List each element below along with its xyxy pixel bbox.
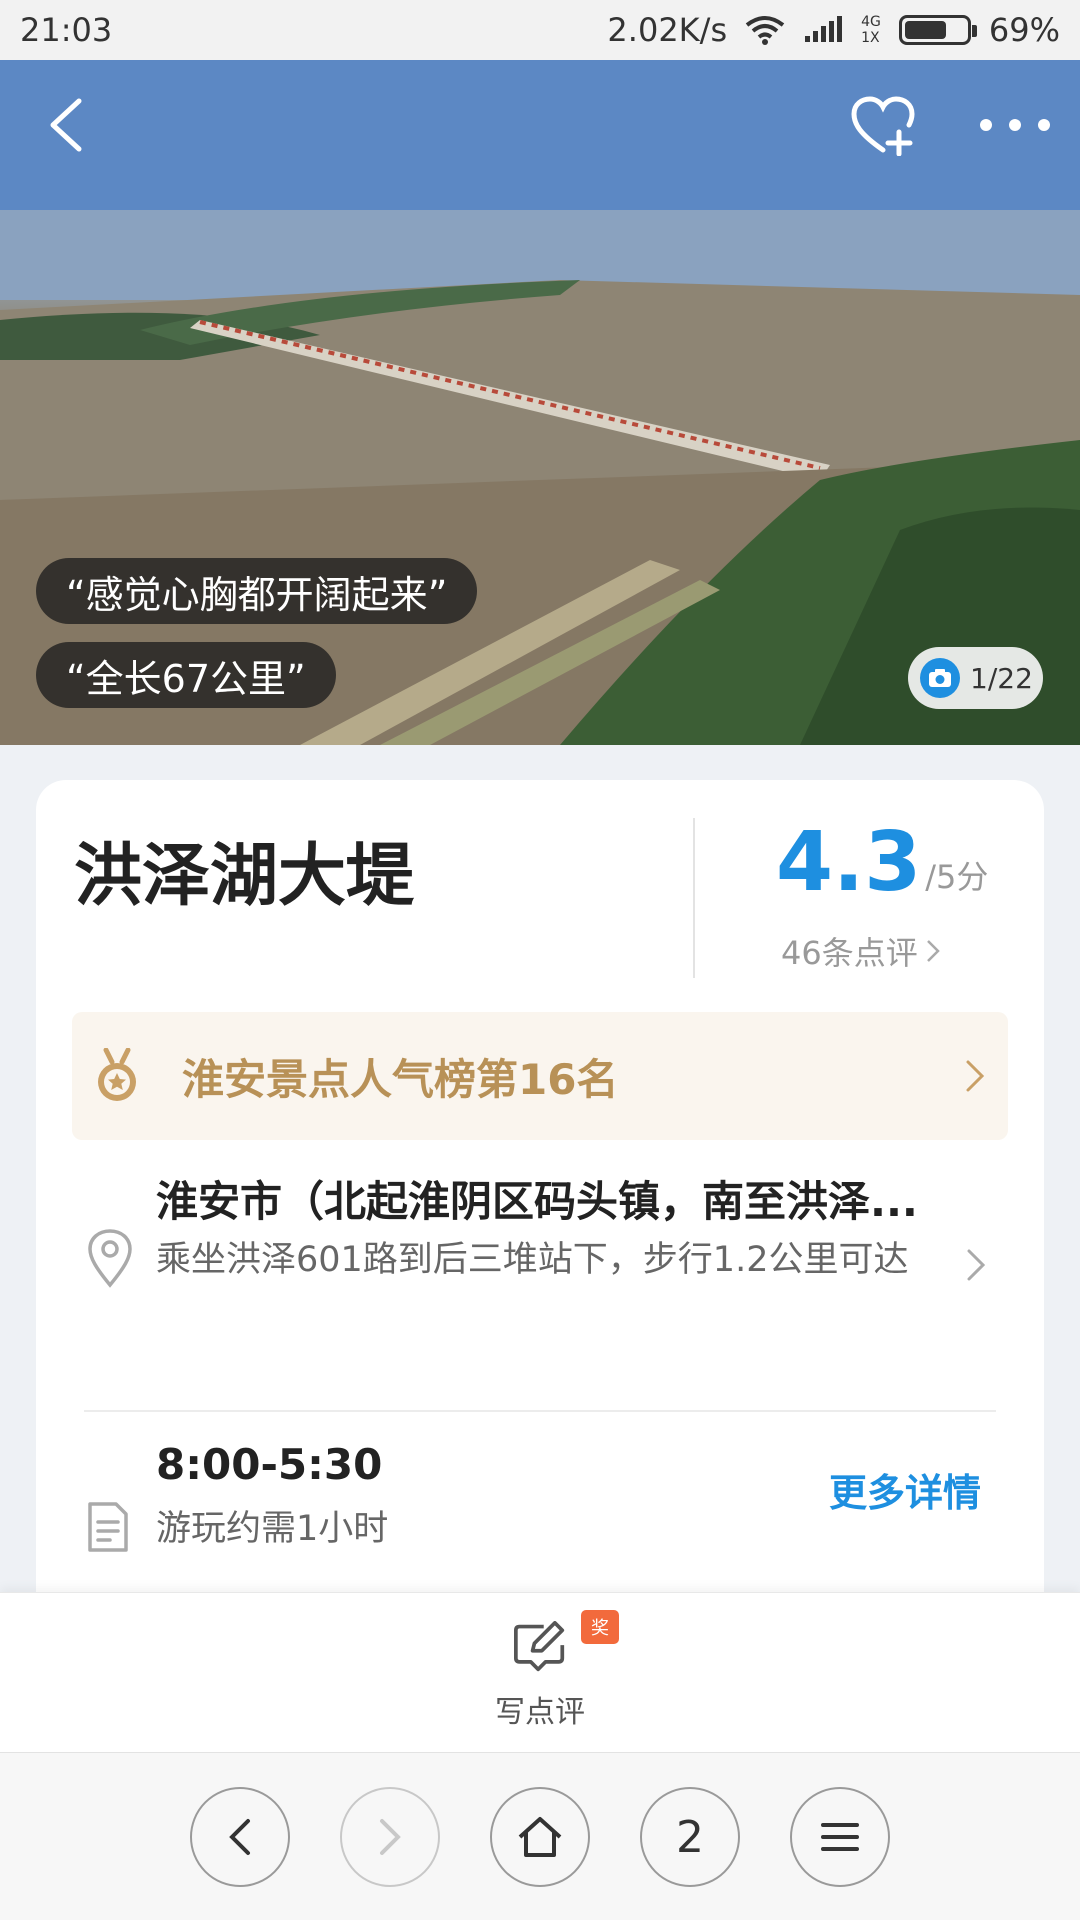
opening-hours: 8:00-5:30 — [156, 1440, 383, 1489]
camera-icon — [920, 658, 960, 698]
chevron-right-icon — [926, 940, 940, 962]
photo-counter-text: 1/22 — [970, 661, 1033, 695]
edit-icon — [513, 1621, 565, 1672]
chevron-left-icon — [229, 1819, 250, 1855]
home-icon — [518, 1817, 562, 1857]
wifi-icon — [745, 16, 785, 45]
more-options-button[interactable] — [970, 100, 1060, 150]
photo-counter-badge[interactable]: 1/22 — [908, 647, 1043, 709]
heart-plus-icon — [850, 95, 915, 156]
divider — [693, 818, 695, 978]
battery-icon — [898, 15, 977, 45]
location-pin-icon — [88, 1229, 132, 1288]
chevron-left-icon — [50, 98, 82, 152]
medal-icon — [98, 1048, 136, 1101]
ranking-banner[interactable]: 淮安景点人气榜第16名 — [72, 1012, 1008, 1140]
nav-home-button[interactable] — [490, 1787, 590, 1887]
chevron-right-icon — [966, 1060, 985, 1092]
favorite-button[interactable] — [845, 88, 920, 163]
reward-badge: 奖 — [581, 1610, 619, 1644]
review-quote-tag[interactable]: “感觉心胸都开阔起来” — [36, 558, 478, 624]
status-bar: 21:03 2.02K/s 4G 1X 69% — [0, 0, 1080, 60]
rating-score: 4.3 — [776, 815, 922, 910]
transport-text: 乘坐洪泽601路到后三堆站下，步行1.2公里可达 — [156, 1240, 909, 1280]
browser-nav-bar: 2 — [0, 1752, 1080, 1920]
write-review-bar: 写点评 奖 — [0, 1592, 1080, 1752]
net-speed: 2.02K/s — [607, 11, 728, 49]
back-button[interactable] — [30, 90, 100, 160]
chevron-right-icon — [380, 1819, 401, 1855]
tab-count: 2 — [676, 1811, 704, 1863]
nav-menu-button[interactable] — [790, 1787, 890, 1887]
nav-tabs-button[interactable]: 2 — [640, 1787, 740, 1887]
document-icon — [88, 1502, 128, 1552]
more-dots-icon — [980, 119, 1050, 131]
rating-max: /5分 — [925, 858, 989, 896]
nav-back-button[interactable] — [190, 1787, 290, 1887]
hero-photo[interactable]: “感觉心胸都开阔起来” “全长67公里” 1/22 — [0, 60, 1080, 745]
more-details-link[interactable]: 更多详情 — [829, 1462, 981, 1517]
write-review-button[interactable]: 写点评 — [485, 1621, 595, 1731]
battery-percent: 69% — [988, 11, 1060, 49]
review-quote-tag[interactable]: “全长67公里” — [36, 642, 336, 708]
divider — [84, 1410, 996, 1412]
clock: 21:03 — [20, 11, 113, 49]
nav-forward-button[interactable] — [340, 1787, 440, 1887]
page-title: 洪泽湖大堤 — [74, 837, 415, 916]
status-indicators: 2.02K/s 4G 1X 69% — [607, 11, 1060, 49]
rating: 4.3 /5分 — [776, 818, 988, 908]
review-count-link[interactable]: 46条点评 — [781, 928, 940, 974]
ranking-text: 淮安景点人气榜第16名 — [182, 1054, 619, 1104]
address-text: 淮安市（北起淮阴区码头镇，南至洪泽... — [156, 1177, 918, 1226]
write-review-label: 写点评 — [495, 1695, 585, 1730]
menu-icon — [821, 1823, 859, 1851]
review-count: 46条点评 — [781, 934, 918, 972]
visit-duration: 游玩约需1小时 — [156, 1509, 389, 1549]
chevron-right-icon — [967, 1249, 986, 1281]
poi-info-card: 洪泽湖大堤 4.3 /5分 46条点评 淮安景点人气榜第16名 淮安市（北起淮阴… — [36, 780, 1044, 1640]
network-type: 4G 1X — [861, 14, 881, 46]
signal-icon — [805, 16, 843, 42]
address-row[interactable]: 淮安市（北起淮阴区码头镇，南至洪泽... 乘坐洪泽601路到后三堆站下，步行1.… — [36, 1168, 1044, 1368]
